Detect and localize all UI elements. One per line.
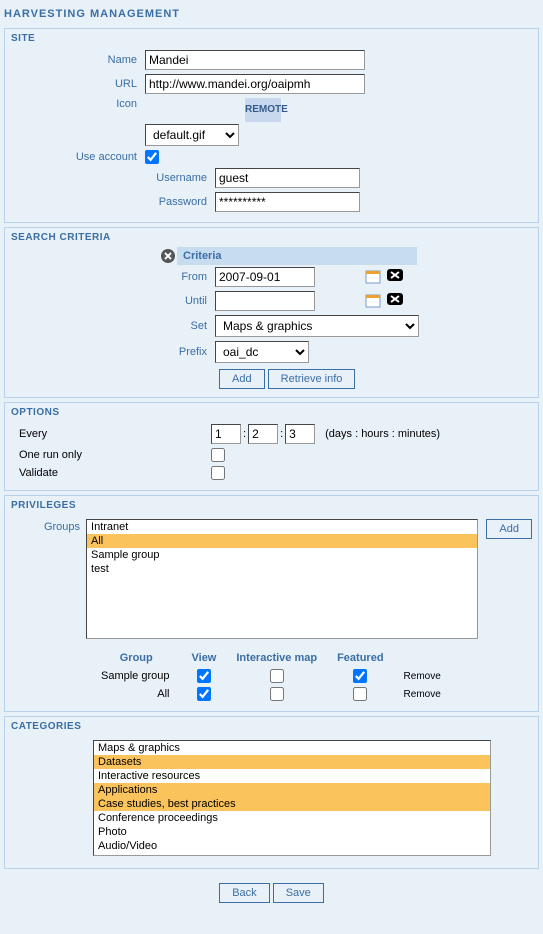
icon-select[interactable]: default.gif xyxy=(145,124,239,146)
col-inter: Interactive map xyxy=(226,649,327,667)
name-input[interactable] xyxy=(145,50,365,70)
retrieve-info-button[interactable]: Retrieve info xyxy=(268,369,356,389)
until-input[interactable] xyxy=(215,291,315,311)
use-account-checkbox[interactable] xyxy=(145,150,159,164)
prefix-select[interactable]: oai_dc xyxy=(215,341,309,363)
privileges-table: Group View Interactive map Featured Samp… xyxy=(91,649,451,703)
url-input[interactable] xyxy=(145,74,365,94)
icon-label: Icon xyxy=(5,98,145,110)
inter-checkbox[interactable] xyxy=(270,687,284,701)
remove-link[interactable]: Remove xyxy=(404,671,441,682)
set-label: Set xyxy=(5,320,215,332)
site-section-title: SITE xyxy=(5,29,538,48)
one-run-checkbox[interactable] xyxy=(211,448,225,462)
list-item[interactable]: Audio/Video xyxy=(94,839,490,853)
list-item[interactable]: Interactive resources xyxy=(94,769,490,783)
list-item[interactable]: Datasets xyxy=(94,755,490,769)
list-item[interactable]: Photo xyxy=(94,825,490,839)
save-button[interactable]: Save xyxy=(273,883,324,903)
list-item[interactable]: All xyxy=(87,534,477,548)
password-input[interactable] xyxy=(215,192,360,212)
clear-date-icon[interactable] xyxy=(387,269,403,285)
from-label: From xyxy=(5,271,215,283)
username-input[interactable] xyxy=(215,168,360,188)
inter-checkbox[interactable] xyxy=(270,669,284,683)
options-section: OPTIONS Every : : (days : hours : minute… xyxy=(4,402,539,491)
search-criteria-title: SEARCH CRITERIA xyxy=(5,228,538,247)
set-select[interactable]: Maps & graphics xyxy=(215,315,419,337)
back-button[interactable]: Back xyxy=(219,883,269,903)
footer-buttons: Back Save xyxy=(0,873,543,913)
from-input[interactable] xyxy=(215,267,315,287)
one-run-label: One run only xyxy=(5,449,135,461)
criteria-header: Criteria xyxy=(177,247,417,265)
site-section: SITE Name URL Icon REMOTE default.gif Us… xyxy=(4,28,539,223)
list-item[interactable]: Conference proceedings xyxy=(94,811,490,825)
table-row: Sample group Remove xyxy=(91,667,451,685)
col-feat: Featured xyxy=(327,649,393,667)
view-checkbox[interactable] xyxy=(197,669,211,683)
group-name: All xyxy=(91,685,182,703)
search-criteria-section: SEARCH CRITERIA Criteria From Until Set … xyxy=(4,227,539,398)
col-view: View xyxy=(182,649,227,667)
close-icon[interactable] xyxy=(159,247,177,265)
validate-label: Validate xyxy=(5,467,135,479)
calendar-icon[interactable] xyxy=(365,269,381,285)
categories-title: CATEGORIES xyxy=(5,717,538,736)
until-label: Until xyxy=(5,295,215,307)
use-account-label: Use account xyxy=(5,151,145,163)
feat-checkbox[interactable] xyxy=(353,669,367,683)
validate-checkbox[interactable] xyxy=(211,466,225,480)
add-group-button[interactable]: Add xyxy=(486,519,532,539)
list-item[interactable]: Applications xyxy=(94,783,490,797)
list-item[interactable]: Intranet xyxy=(87,520,477,534)
group-name: Sample group xyxy=(91,667,182,685)
categories-section: CATEGORIES Maps & graphicsDatasetsIntera… xyxy=(4,716,539,869)
remote-icon: REMOTE xyxy=(245,98,281,122)
add-criteria-button[interactable]: Add xyxy=(219,369,265,389)
every-label: Every xyxy=(5,428,135,440)
every-hours-input[interactable] xyxy=(248,424,278,444)
clear-date-icon[interactable] xyxy=(387,293,403,309)
every-hint: (days : hours : minutes) xyxy=(325,428,440,440)
col-group: Group xyxy=(91,649,182,667)
options-title: OPTIONS xyxy=(5,403,538,422)
view-checkbox[interactable] xyxy=(197,687,211,701)
remove-link[interactable]: Remove xyxy=(404,689,441,700)
page-title: HARVESTING MANAGEMENT xyxy=(0,0,543,24)
password-label: Password xyxy=(5,196,215,208)
groups-listbox[interactable]: IntranetAllSample grouptest xyxy=(86,519,478,639)
categories-listbox[interactable]: Maps & graphicsDatasetsInteractive resou… xyxy=(93,740,491,856)
list-item[interactable]: Maps & graphics xyxy=(94,741,490,755)
every-days-input[interactable] xyxy=(211,424,241,444)
feat-checkbox[interactable] xyxy=(353,687,367,701)
name-label: Name xyxy=(5,54,145,66)
groups-label: Groups xyxy=(11,519,86,533)
url-label: URL xyxy=(5,78,145,90)
privileges-section: PRIVILEGES Groups IntranetAllSample grou… xyxy=(4,495,539,712)
calendar-icon[interactable] xyxy=(365,293,381,309)
list-item[interactable]: Sample group xyxy=(87,548,477,562)
prefix-label: Prefix xyxy=(5,346,215,358)
table-row: All Remove xyxy=(91,685,451,703)
list-item[interactable]: Case studies, best practices xyxy=(94,797,490,811)
username-label: Username xyxy=(5,172,215,184)
privileges-title: PRIVILEGES xyxy=(5,496,538,515)
list-item[interactable]: test xyxy=(87,562,477,576)
every-minutes-input[interactable] xyxy=(285,424,315,444)
